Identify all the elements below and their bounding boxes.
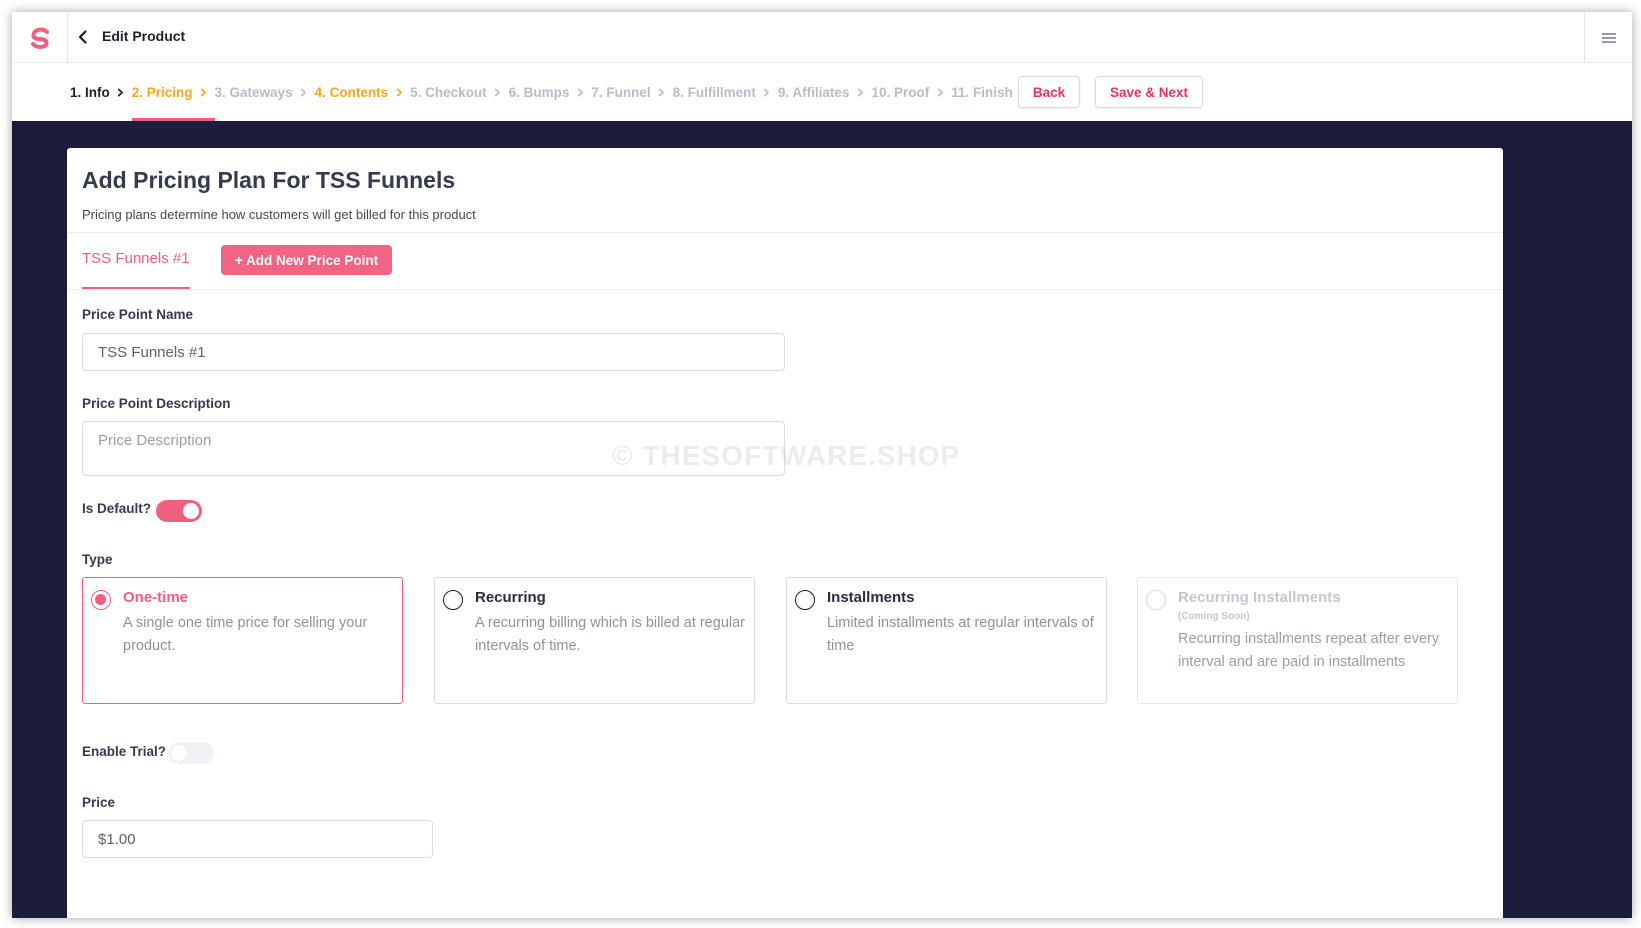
wizard-step[interactable]: 3. Gateways <box>215 63 293 121</box>
type-option-description: Limited installments at regular interval… <box>827 615 1094 654</box>
type-option-installments[interactable]: Installments Limited installments at reg… <box>786 577 1107 704</box>
type-option-title: Installments <box>827 589 915 606</box>
price-point-description-input[interactable] <box>82 421 785 476</box>
card-title: Add Pricing Plan For TSS Funnels <box>82 167 456 193</box>
type-option-one-time[interactable]: One-time A single one time price for sel… <box>82 577 403 704</box>
type-label: Type <box>82 552 113 567</box>
radio-button[interactable] <box>795 590 815 610</box>
chevron-right-icon <box>853 63 867 121</box>
chevron-right-icon <box>114 63 128 121</box>
page-title: Edit Product <box>102 28 186 44</box>
type-option-description: A recurring billing which is billed at r… <box>475 615 745 654</box>
hamburger-menu-icon <box>1601 32 1616 43</box>
type-option-title: Recurring <box>475 589 546 606</box>
back-button[interactable]: Back <box>1018 76 1080 108</box>
wizard-step[interactable]: 5. Checkout <box>410 63 487 121</box>
radio-button[interactable] <box>91 590 111 610</box>
chevron-right-icon <box>491 63 505 121</box>
is-default-label: Is Default? <box>82 501 152 516</box>
chevron-right-icon <box>655 63 669 121</box>
save-next-button[interactable]: Save & Next <box>1095 76 1203 108</box>
wizard-step[interactable]: 2. Pricing <box>131 63 215 121</box>
wizard-step[interactable]: 6. Bumps <box>509 63 570 121</box>
wizard-step[interactable]: 11. Finish <box>951 63 1013 121</box>
chevron-right-icon <box>297 63 311 121</box>
toggle-knob <box>171 745 187 761</box>
type-option-title: Recurring Installments <box>1178 589 1341 606</box>
wizard-step-label: 10. Proof <box>871 84 930 100</box>
wizard-step-label: 8. Fulfillment <box>672 84 756 100</box>
price-input[interactable] <box>82 820 433 858</box>
type-option-description: Recurring installments repeat after ever… <box>1178 631 1440 670</box>
wizard-step-label: 1. Info <box>70 84 110 100</box>
menu-button[interactable] <box>1584 12 1632 63</box>
app-logo[interactable] <box>12 12 68 63</box>
wizard-steps: 1. Info 2. Pricing 3. Gateways 4. Contents 5… <box>70 63 1013 121</box>
enable-trial-toggle[interactable] <box>168 742 214 764</box>
divider <box>67 232 1503 233</box>
wizard-step-label: 3. Gateways <box>214 84 293 100</box>
chevron-right-icon <box>933 63 947 121</box>
radio-button[interactable] <box>443 590 463 610</box>
chevron-right-icon <box>573 63 587 121</box>
chevron-right-icon <box>197 63 211 121</box>
wizard-step-label: 5. Checkout <box>410 84 487 100</box>
chevron-right-icon <box>392 63 406 121</box>
card-subtitle: Pricing plans determine how customers wi… <box>82 207 476 222</box>
wizard-step-label: 9. Affiliates <box>777 84 850 100</box>
toggle-knob <box>183 503 199 519</box>
wizard-step[interactable]: 9. Affiliates <box>778 63 850 121</box>
price-point-name-label: Price Point Name <box>82 307 194 322</box>
wizard-step[interactable]: 7. Funnel <box>591 63 650 121</box>
wizard-step[interactable]: 1. Info <box>70 63 110 121</box>
type-option-recurring-installments: Recurring Installments (Coming Soon) Rec… <box>1137 577 1458 704</box>
top-header: Edit Product <box>12 12 1632 63</box>
chevron-right-icon <box>760 63 774 121</box>
pricing-plan-card: Add Pricing Plan For TSS Funnels Pricing… <box>67 148 1503 918</box>
price-label: Price <box>82 795 116 810</box>
wizard-step-label: 6. Bumps <box>508 84 570 100</box>
app-window: Edit Product 1. Info 2. Pricing 3. Gateway… <box>12 12 1632 918</box>
price-point-description-label: Price Point Description <box>82 396 231 411</box>
wizard-step[interactable]: 10. Proof <box>871 63 929 121</box>
back-arrow-icon[interactable] <box>74 28 92 46</box>
price-point-name-input[interactable] <box>82 333 785 371</box>
wizard-step-label: 11. Finish <box>951 84 1013 100</box>
radio-button <box>1146 590 1166 610</box>
tab-price-point-1[interactable]: TSS Funnels #1 <box>82 250 190 267</box>
brand-logo-icon <box>30 27 49 49</box>
coming-soon-note: (Coming Soon) <box>1178 611 1250 622</box>
current-step-indicator <box>131 118 215 121</box>
wizard-step[interactable]: 8. Fulfillment <box>673 63 756 121</box>
add-price-point-button[interactable]: + Add New Price Point <box>221 245 392 275</box>
wizard-step-label: 7. Funnel <box>591 84 651 100</box>
is-default-toggle[interactable] <box>156 500 202 522</box>
type-option-recurring[interactable]: Recurring A recurring billing which is b… <box>434 577 755 704</box>
divider <box>67 289 1503 290</box>
wizard-step[interactable]: 4. Contents <box>315 63 389 121</box>
enable-trial-label: Enable Trial? <box>82 744 167 759</box>
type-option-description: A single one time price for selling your… <box>123 615 368 654</box>
type-option-title: One-time <box>123 589 189 606</box>
wizard-step-label: 2. Pricing <box>131 84 193 100</box>
wizard-steps-bar: 1. Info 2. Pricing 3. Gateways 4. Contents 5… <box>12 63 1632 121</box>
wizard-step-label: 4. Contents <box>314 84 389 100</box>
